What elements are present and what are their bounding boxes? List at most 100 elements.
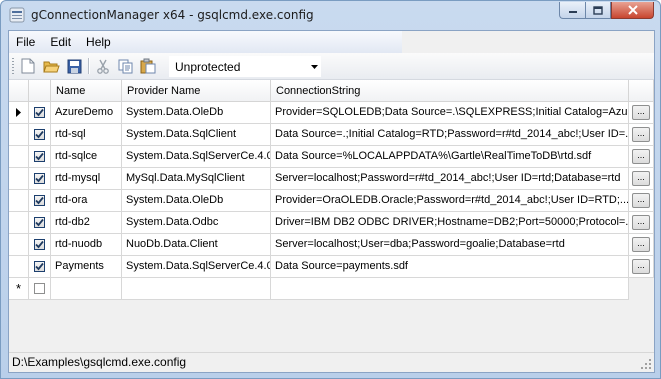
- checkmark-icon: [35, 196, 44, 205]
- edit-connection-button[interactable]: ...: [632, 259, 650, 274]
- table-row[interactable]: rtd-sqlce System.Data.SqlServerCe.4.0 Data…: [9, 146, 654, 168]
- connection-name-cell[interactable]: [51, 278, 122, 300]
- table-row[interactable]: rtd-sql System.Data.SqlClient Data Source=…: [9, 124, 654, 146]
- status-path: D:\Examples\gsqlcmd.exe.config: [12, 355, 187, 369]
- row-header[interactable]: [9, 212, 29, 234]
- column-header-provider[interactable]: Provider Name: [122, 80, 271, 102]
- provider-name-cell[interactable]: MySql.Data.MySqlClient: [122, 168, 271, 190]
- connection-string-cell[interactable]: Provider=SQLOLEDB;Data Source=.\SQLEXPRE…: [271, 102, 629, 124]
- table-row[interactable]: rtd-ora System.Data.OleDb Provider=OraOLED…: [9, 190, 654, 212]
- menu-bar: File Edit Help: [9, 31, 402, 53]
- enabled-checkbox[interactable]: [34, 107, 45, 118]
- title-bar[interactable]: gConnectionManager x64 - gsqlcmd.exe.con…: [1, 1, 660, 29]
- enabled-checkbox[interactable]: [34, 239, 45, 250]
- chevron-down-icon[interactable]: [308, 57, 320, 76]
- edit-connection-button[interactable]: ...: [632, 127, 650, 142]
- edit-connection-button[interactable]: ...: [632, 215, 650, 230]
- column-header-enabled[interactable]: [29, 80, 51, 102]
- edit-connection-button[interactable]: ...: [632, 149, 650, 164]
- connection-string-cell[interactable]: Data Source=.;Initial Catalog=RTD;Passwo…: [271, 124, 629, 146]
- protection-dropdown[interactable]: Unprotected: [169, 56, 321, 77]
- menu-edit[interactable]: Edit: [43, 35, 79, 49]
- connection-name-cell[interactable]: Payments: [51, 256, 122, 278]
- maximize-icon: [593, 5, 603, 15]
- enabled-checkbox[interactable]: [34, 151, 45, 162]
- enabled-checkbox[interactable]: [34, 195, 45, 206]
- protection-value: Unprotected: [175, 59, 241, 74]
- connection-name-cell[interactable]: rtd-ora: [51, 190, 122, 212]
- cut-icon[interactable]: [94, 57, 112, 75]
- app-icon[interactable]: [9, 7, 25, 23]
- connection-string-cell[interactable]: Driver=IBM DB2 ODBC DRIVER;Hostname=DB2;…: [271, 212, 629, 234]
- checkmark-icon: [35, 174, 44, 183]
- toolbar-separator: [88, 58, 89, 74]
- row-header-column-header: [9, 80, 29, 102]
- row-header[interactable]: [9, 190, 29, 212]
- paste-icon[interactable]: [139, 57, 157, 75]
- row-header[interactable]: [9, 234, 29, 256]
- connection-name-cell[interactable]: rtd-db2: [51, 212, 122, 234]
- minimize-icon: [568, 11, 577, 13]
- edit-connection-button[interactable]: ...: [632, 193, 650, 208]
- client-area: File Edit Help Unprotected Name Provider…: [8, 30, 655, 373]
- new-icon[interactable]: [19, 57, 37, 75]
- enabled-checkbox[interactable]: [34, 217, 45, 228]
- connection-string-cell[interactable]: Data Source=%LOCALAPPDATA%\Gartle\RealTi…: [271, 146, 629, 168]
- connections-grid[interactable]: Name Provider Name ConnectionString Azur…: [9, 80, 654, 349]
- column-header-name[interactable]: Name: [51, 80, 122, 102]
- connection-string-cell[interactable]: Data Source=payments.sdf: [271, 256, 629, 278]
- provider-name-cell[interactable]: [122, 278, 271, 300]
- provider-name-cell[interactable]: System.Data.SqlServerCe.4.0: [122, 256, 271, 278]
- table-row[interactable]: Payments System.Data.SqlServerCe.4.0 Data …: [9, 256, 654, 278]
- connection-name-cell[interactable]: rtd-sql: [51, 124, 122, 146]
- copy-icon[interactable]: [117, 57, 135, 75]
- connection-string-cell[interactable]: Server=localhost;User=dba;Password=goali…: [271, 234, 629, 256]
- row-header[interactable]: [9, 168, 29, 190]
- checkmark-icon: [35, 152, 44, 161]
- toolbar-grip[interactable]: [12, 58, 14, 74]
- save-icon[interactable]: [65, 57, 83, 75]
- enabled-checkbox[interactable]: [34, 173, 45, 184]
- column-header-connection-string[interactable]: ConnectionString: [271, 80, 629, 102]
- table-row[interactable]: rtd-nuodb NuoDb.Data.Client Server=localho…: [9, 234, 654, 256]
- provider-name-cell[interactable]: System.Data.OleDb: [122, 190, 271, 212]
- row-header[interactable]: [9, 102, 29, 124]
- provider-name-cell[interactable]: NuoDb.Data.Client: [122, 234, 271, 256]
- connection-name-cell[interactable]: AzureDemo: [51, 102, 122, 124]
- menu-help[interactable]: Help: [79, 35, 119, 49]
- provider-name-cell[interactable]: System.Data.SqlServerCe.4.0: [122, 146, 271, 168]
- checkmark-icon: [35, 218, 44, 227]
- row-header[interactable]: [9, 124, 29, 146]
- connection-string-cell[interactable]: Server=localhost;Password=r#td_2014_abc!…: [271, 168, 629, 190]
- connection-name-cell[interactable]: rtd-sqlce: [51, 146, 122, 168]
- checkmark-icon: [35, 262, 44, 271]
- provider-name-cell[interactable]: System.Data.OleDb: [122, 102, 271, 124]
- status-bar: D:\Examples\gsqlcmd.exe.config: [9, 352, 654, 372]
- menu-file[interactable]: File: [9, 35, 43, 49]
- open-icon[interactable]: [42, 57, 60, 75]
- enabled-checkbox[interactable]: [34, 283, 45, 294]
- edit-connection-button[interactable]: ...: [632, 237, 650, 252]
- new-row[interactable]: *: [9, 278, 654, 300]
- edit-connection-button[interactable]: ...: [632, 105, 650, 120]
- row-header[interactable]: *: [9, 278, 29, 300]
- connection-name-cell[interactable]: rtd-mysql: [51, 168, 122, 190]
- table-row[interactable]: rtd-mysql MySql.Data.MySqlClient Server=lo…: [9, 168, 654, 190]
- connection-name-cell[interactable]: rtd-nuodb: [51, 234, 122, 256]
- row-header[interactable]: [9, 146, 29, 168]
- toolbar: Unprotected: [9, 53, 654, 80]
- table-row[interactable]: AzureDemo System.Data.OleDb Provider=SQLOL…: [9, 102, 654, 124]
- table-row[interactable]: rtd-db2 System.Data.Odbc Driver=IBM DB2 OD…: [9, 212, 654, 234]
- enabled-checkbox[interactable]: [34, 261, 45, 272]
- edit-connection-button[interactable]: ...: [632, 171, 650, 186]
- enabled-checkbox[interactable]: [34, 129, 45, 140]
- maximize-button[interactable]: [585, 2, 611, 19]
- minimize-button[interactable]: [559, 2, 585, 19]
- row-header[interactable]: [9, 256, 29, 278]
- provider-name-cell[interactable]: System.Data.Odbc: [122, 212, 271, 234]
- resize-grip-icon[interactable]: [641, 359, 652, 370]
- provider-name-cell[interactable]: System.Data.SqlClient: [122, 124, 271, 146]
- close-button[interactable]: [611, 2, 654, 19]
- connection-string-cell[interactable]: Provider=OraOLEDB.Oracle;Password=r#td_2…: [271, 190, 629, 212]
- connection-string-cell[interactable]: [271, 278, 629, 300]
